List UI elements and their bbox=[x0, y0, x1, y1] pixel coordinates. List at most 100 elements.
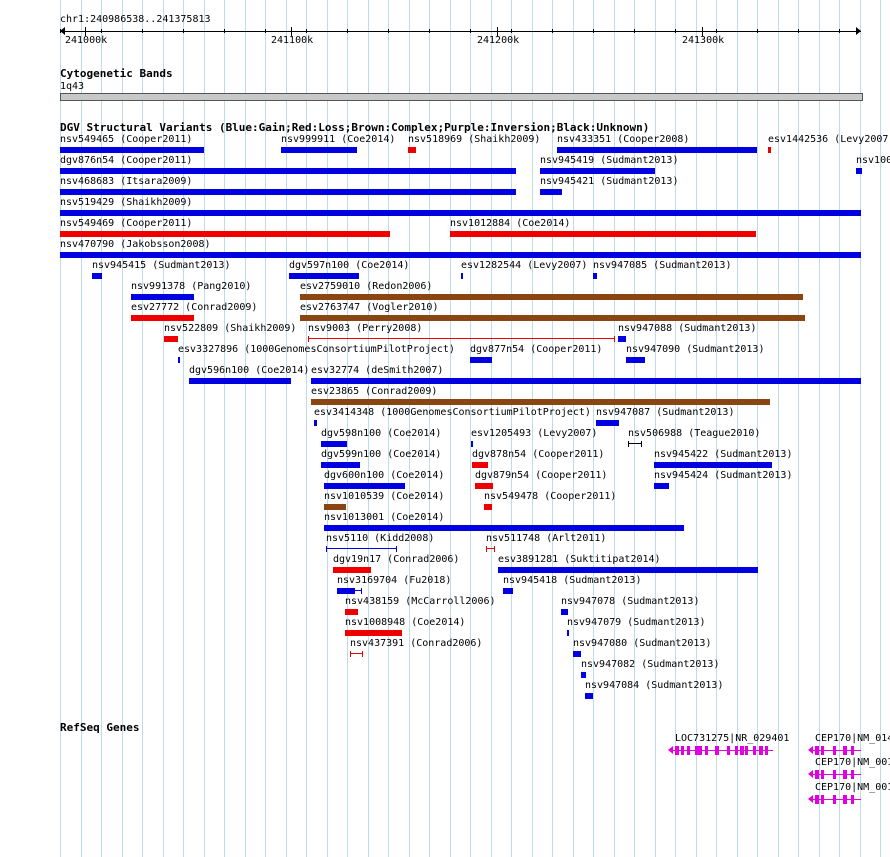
variant-bar[interactable] bbox=[281, 147, 357, 153]
variant-bar[interactable] bbox=[484, 504, 492, 510]
variant-label[interactable]: dgv600n100 (Coe2014) bbox=[324, 470, 444, 482]
variant-bar[interactable] bbox=[164, 336, 178, 342]
variant-bar[interactable] bbox=[314, 420, 317, 426]
variant-label[interactable]: nsv470790 (Jakobsson2008) bbox=[60, 239, 211, 251]
variant-bar[interactable] bbox=[60, 252, 861, 258]
variant-bar[interactable] bbox=[472, 462, 488, 468]
variant-label[interactable]: nsv1008948 (Coe2014) bbox=[345, 617, 465, 629]
variant-bar[interactable] bbox=[471, 441, 473, 447]
variant-span-line[interactable] bbox=[350, 653, 362, 654]
variant-bar[interactable] bbox=[300, 315, 805, 321]
variant-label[interactable]: dgv19n17 (Conrad2006) bbox=[333, 554, 459, 566]
variant-label[interactable]: esv2759010 (Redon2006) bbox=[300, 281, 432, 293]
variant-label[interactable]: nsv100 bbox=[856, 155, 890, 167]
variant-bar[interactable] bbox=[461, 273, 463, 279]
variant-label[interactable]: dgv599n100 (Coe2014) bbox=[321, 449, 441, 461]
variant-label[interactable]: dgv876n54 (Cooper2011) bbox=[60, 155, 192, 167]
variant-bar[interactable] bbox=[585, 693, 593, 699]
variant-label[interactable]: esv27772 (Conrad2009) bbox=[131, 302, 257, 314]
variant-label[interactable]: esv23865 (Conrad2009) bbox=[311, 386, 437, 398]
variant-label[interactable]: dgv597n100 (Coe2014) bbox=[289, 260, 409, 272]
gene-label[interactable]: LOC731275|NR_029401 bbox=[675, 733, 789, 745]
variant-label[interactable]: nsv945415 (Sudmant2013) bbox=[92, 260, 230, 272]
gene-label[interactable]: CEP170|NM_001 bbox=[815, 782, 890, 794]
variant-label[interactable]: nsv947087 (Sudmant2013) bbox=[596, 407, 734, 419]
variant-bar[interactable] bbox=[345, 609, 358, 615]
variant-label[interactable]: nsv522809 (Shaikh2009) bbox=[164, 323, 296, 335]
variant-label[interactable]: nsv519429 (Shaikh2009) bbox=[60, 197, 192, 209]
variant-bar[interactable] bbox=[321, 462, 360, 468]
variant-label[interactable]: nsv947088 (Sudmant2013) bbox=[618, 323, 756, 335]
variant-label[interactable]: esv1282544 (Levy2007) bbox=[461, 260, 587, 272]
variant-bar[interactable] bbox=[60, 231, 390, 237]
variant-bar[interactable] bbox=[768, 147, 771, 153]
variant-bar[interactable] bbox=[581, 672, 586, 678]
variant-label[interactable]: esv32774 (deSmith2007) bbox=[311, 365, 443, 377]
variant-bar[interactable] bbox=[60, 168, 516, 174]
variant-bar[interactable] bbox=[189, 378, 291, 384]
variant-label[interactable]: nsv947085 (Sudmant2013) bbox=[593, 260, 731, 272]
variant-bar[interactable] bbox=[60, 189, 516, 195]
variant-bar[interactable] bbox=[345, 630, 402, 636]
gene-model[interactable] bbox=[808, 769, 861, 780]
cytoband-bar[interactable] bbox=[60, 93, 863, 101]
variant-label[interactable]: nsv511748 (Arlt2011) bbox=[486, 533, 606, 545]
variant-label[interactable]: nsv433351 (Cooper2008) bbox=[557, 134, 689, 146]
variant-label[interactable]: nsv947078 (Sudmant2013) bbox=[561, 596, 699, 608]
variant-bar[interactable] bbox=[289, 273, 359, 279]
variant-label[interactable]: nsv991378 (Pang2010) bbox=[131, 281, 251, 293]
variant-bar[interactable] bbox=[324, 525, 684, 531]
variant-label[interactable]: dgv598n100 (Coe2014) bbox=[321, 428, 441, 440]
variant-label[interactable]: nsv549478 (Cooper2011) bbox=[484, 491, 616, 503]
variant-bar[interactable] bbox=[567, 630, 569, 636]
variant-bar[interactable] bbox=[540, 168, 655, 174]
variant-bar[interactable] bbox=[573, 651, 581, 657]
variant-bar[interactable] bbox=[131, 294, 194, 300]
variant-bar[interactable] bbox=[337, 588, 355, 594]
variant-bar[interactable] bbox=[475, 483, 493, 489]
variant-bar[interactable] bbox=[498, 567, 758, 573]
variant-label[interactable]: nsv947079 (Sudmant2013) bbox=[567, 617, 705, 629]
variant-span-line[interactable] bbox=[486, 548, 494, 549]
variant-bar[interactable] bbox=[300, 294, 803, 300]
variant-label[interactable]: nsv1013001 (Coe2014) bbox=[324, 512, 444, 524]
variant-label[interactable]: nsv947080 (Sudmant2013) bbox=[573, 638, 711, 650]
variant-span-line[interactable] bbox=[326, 548, 396, 549]
variant-label[interactable]: dgv877n54 (Cooper2011) bbox=[470, 344, 602, 356]
variant-label[interactable]: nsv945419 (Sudmant2013) bbox=[540, 155, 678, 167]
gene-label[interactable]: CEP170|NM_001 bbox=[815, 757, 890, 769]
variant-bar[interactable] bbox=[60, 147, 204, 153]
variant-label[interactable]: nsv506988 (Teague2010) bbox=[628, 428, 760, 440]
variant-bar[interactable] bbox=[593, 273, 597, 279]
variant-span-line[interactable] bbox=[308, 338, 614, 339]
variant-label[interactable]: nsv438159 (McCarroll2006) bbox=[345, 596, 496, 608]
variant-bar[interactable] bbox=[178, 357, 180, 363]
variant-label[interactable]: dgv596n100 (Coe2014) bbox=[189, 365, 309, 377]
gene-model[interactable] bbox=[668, 745, 773, 756]
gene-label[interactable]: CEP170|NM_014 bbox=[815, 733, 890, 745]
variant-label[interactable]: nsv945421 (Sudmant2013) bbox=[540, 176, 678, 188]
gene-model[interactable] bbox=[808, 745, 861, 756]
variant-label[interactable]: nsv945424 (Sudmant2013) bbox=[654, 470, 792, 482]
variant-bar[interactable] bbox=[654, 462, 772, 468]
genome-browser-canvas[interactable]: chr1:240986538..241375813 241000k 241100k… bbox=[0, 0, 890, 857]
variant-label[interactable]: nsv945422 (Sudmant2013) bbox=[654, 449, 792, 461]
variant-label[interactable]: esv3891281 (Suktitipat2014) bbox=[498, 554, 661, 566]
variant-label[interactable]: nsv999911 (Coe2014) bbox=[281, 134, 395, 146]
variant-bar[interactable] bbox=[557, 147, 757, 153]
variant-label[interactable]: nsv9003 (Perry2008) bbox=[308, 323, 422, 335]
variant-label[interactable]: nsv549469 (Cooper2011) bbox=[60, 218, 192, 230]
variant-label[interactable]: nsv468683 (Itsara2009) bbox=[60, 176, 192, 188]
variant-bar[interactable] bbox=[311, 399, 770, 405]
variant-bar[interactable] bbox=[618, 336, 626, 342]
variant-bar[interactable] bbox=[596, 420, 619, 426]
variant-bar[interactable] bbox=[311, 378, 861, 384]
variant-label[interactable]: nsv945418 (Sudmant2013) bbox=[503, 575, 641, 587]
variant-label[interactable]: dgv879n54 (Cooper2011) bbox=[475, 470, 607, 482]
variant-bar[interactable] bbox=[60, 210, 861, 216]
variant-label[interactable]: nsv5110 (Kidd2008) bbox=[326, 533, 434, 545]
variant-label[interactable]: esv3327896 (1000GenomesConsortiumPilotPr… bbox=[178, 344, 455, 356]
variant-bar[interactable] bbox=[92, 273, 102, 279]
variant-label[interactable]: nsv518969 (Shaikh2009) bbox=[408, 134, 540, 146]
variant-label[interactable]: esv2763747 (Vogler2010) bbox=[300, 302, 438, 314]
